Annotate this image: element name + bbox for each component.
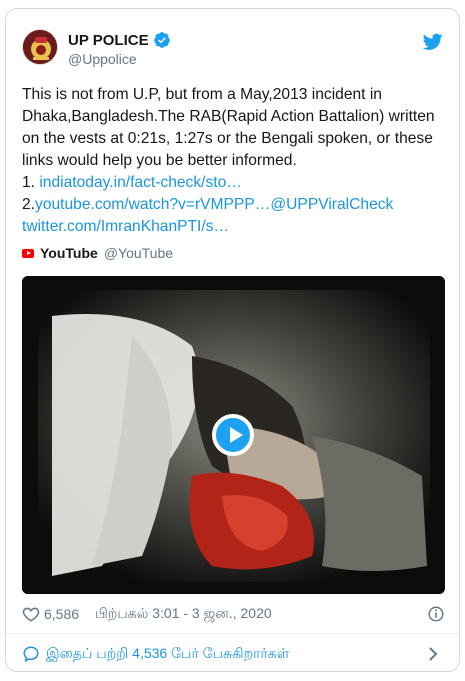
video-player[interactable] [22,276,445,594]
link-youtube[interactable]: youtube.com/watch?v=rVMPPP… [35,196,270,213]
link-twitter[interactable]: twitter.com/ImranKhanPTI/s… [22,218,229,235]
embed-source-name[interactable]: YouTube [40,245,98,261]
tweet-body: This is not from U.P, but from a May,201… [22,86,435,169]
tweet-card: UP POLICE @Uppolice This is not from U.P… [5,8,460,672]
link1-prefix: 1. [22,174,40,191]
embed-source-handle[interactable]: @YouTube [104,245,173,261]
link2-prefix: 2. [22,196,36,213]
police-emblem-icon [23,30,57,64]
divider [6,633,459,634]
tweet-text: This is not from U.P, but from a May,201… [22,84,452,238]
embed-source[interactable]: YouTube @YouTube [22,245,173,261]
tweet-header: UP POLICE @Uppolice [22,29,445,73]
chevron-right-icon[interactable] [425,645,441,663]
conversation-text[interactable]: இதைப் பற்றி 4,536 பேர் பேசுகிறார்கள் [46,645,289,664]
mention-uppviralcheck[interactable]: @UPPViralCheck [270,196,393,213]
twitter-bird-icon[interactable] [423,33,443,51]
conversation-link[interactable]: இதைப் பற்றி 4,536 பேர் பேசுகிறார்கள் [22,643,445,665]
author-handle[interactable]: @Uppolice [68,51,137,67]
verified-badge-icon [153,32,170,48]
avatar[interactable] [22,29,58,65]
link-indiatoday[interactable]: indiatoday.in/fact-check/sto… [39,174,242,191]
speech-bubble-icon [23,646,39,663]
youtube-logo-icon [22,248,34,258]
author-name[interactable]: UP POLICE [68,32,149,49]
tweet-meta: 6,586 பிற்பகல் 3:01 - 3 ஜன., 2020 [22,603,445,625]
timestamp[interactable]: பிற்பகல் 3:01 - 3 ஜன., 2020 [95,605,272,624]
like-count[interactable]: 6,586 [44,606,79,622]
play-button[interactable] [212,414,254,456]
info-icon[interactable] [427,605,445,623]
heart-icon[interactable] [22,605,40,623]
